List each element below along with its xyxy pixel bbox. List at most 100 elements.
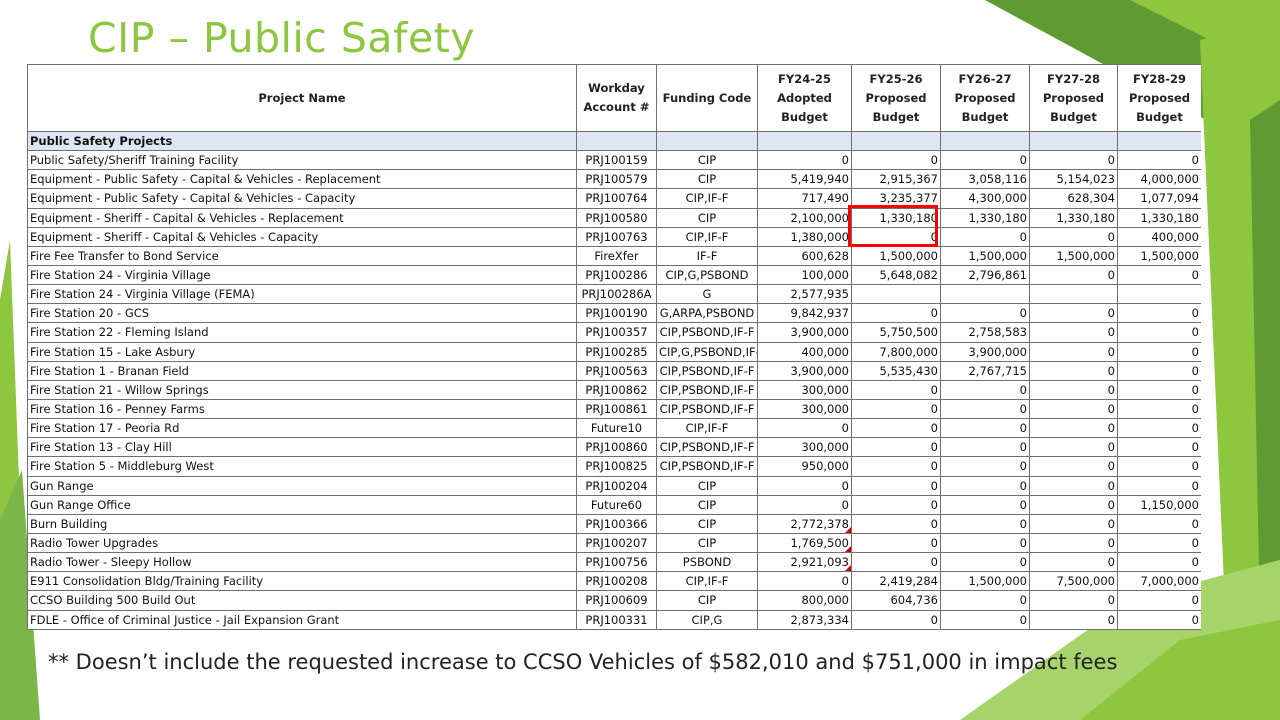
cell-fy25-26: 5,648,082 <box>851 264 941 286</box>
cell-account: Future60 <box>576 494 657 515</box>
cell-account: PRJ100609 <box>576 590 657 611</box>
cell-fy28-29: 0 <box>1117 360 1201 381</box>
table-row: Fire Station 24 - Virginia Village (FEMA… <box>27 284 1201 305</box>
cell-fy27-28: 0 <box>1029 398 1118 420</box>
cell-fy24-25: 717,490 <box>757 188 852 209</box>
cell-fy26-27: 0 <box>940 609 1030 630</box>
cell-fy26-27: 0 <box>940 475 1030 496</box>
cell-account: PRJ100286 <box>576 264 657 286</box>
cell-fy27-28: 0 <box>1029 552 1118 573</box>
cell-fy25-26 <box>851 284 941 305</box>
cell-fy26-27: 0 <box>940 379 1030 400</box>
cell-fy24-25: 1,769,500 <box>757 532 852 554</box>
cell-project-name: Equipment - Sheriff - Capital & Vehicles… <box>27 207 577 228</box>
cell-account: PRJ100357 <box>576 322 657 343</box>
cell-fy25-26: 0 <box>851 437 941 458</box>
table-row: Fire Station 5 - Middleburg West PRJ10082… <box>27 456 1201 477</box>
cell-funding-code: CIP,G,PSBOND <box>656 264 758 286</box>
cell-account: PRJ100861 <box>576 398 657 420</box>
table-row: Burn Building PRJ100366 CIP 2,772,378 0 0 0 0 <box>27 513 1201 534</box>
cell-funding-code: CIP,IF-F <box>656 418 758 439</box>
cell-account: PRJ100860 <box>576 437 657 458</box>
cell-fy26-27: 1,500,000 <box>940 571 1030 592</box>
cell-fy27-28: 0 <box>1029 513 1118 534</box>
cell-fy26-27: 2,796,861 <box>940 264 1030 286</box>
cell-funding-code: CIP <box>656 513 758 534</box>
cell-fy28-29: 0 <box>1117 379 1201 400</box>
cell-funding-code: CIP <box>656 475 758 496</box>
col-header-project-name: Project Name <box>27 64 577 132</box>
cell-fy26-27: 2,767,715 <box>940 360 1030 381</box>
cell-project-name: Radio Tower - Sleepy Hollow <box>27 552 577 573</box>
cell-fy28-29: 4,000,000 <box>1117 169 1201 190</box>
cell-fy25-26: 0 <box>851 398 941 420</box>
cell-funding-code: CIP,G,PSBOND,IF- <box>656 341 758 362</box>
cell-funding-code: PSBOND <box>656 552 758 573</box>
cell-fy27-28: 1,500,000 <box>1029 245 1118 266</box>
cell-fy27-28: 0 <box>1029 360 1118 381</box>
cell-project-name: Fire Fee Transfer to Bond Service <box>27 245 577 266</box>
table-row: Gun Range Office Future60 CIP 0 0 0 0 1,150,000 <box>27 494 1201 515</box>
cell-account: PRJ100207 <box>576 532 657 554</box>
cell-account: PRJ100563 <box>576 360 657 381</box>
cell-fy25-26: 0 <box>851 532 941 554</box>
cell-fy25-26: 0 <box>851 303 941 324</box>
cell-fy27-28: 0 <box>1029 418 1118 439</box>
cell-project-name: Fire Station 24 - Virginia Village <box>27 264 577 286</box>
cell-fy26-27: 0 <box>940 303 1030 324</box>
cell-fy25-26: 0 <box>851 150 941 171</box>
cell-fy28-29: 0 <box>1117 341 1201 362</box>
cell-funding-code: CIP <box>656 590 758 611</box>
cell-fy25-26: 1,500,000 <box>851 245 941 266</box>
cell-project-name: Fire Station 13 - Clay Hill <box>27 437 577 458</box>
cell-fy24-25: 9,842,937 <box>757 303 852 324</box>
col-header-fy26-27: FY26-27 Proposed Budget <box>940 64 1030 132</box>
col-header-account: Workday Account # <box>576 64 657 132</box>
cell-fy24-25: 5,419,940 <box>757 169 852 190</box>
table-row: Fire Station 13 - Clay Hill PRJ100860 CIP,… <box>27 437 1201 458</box>
cell-fy25-26: 0 <box>851 456 941 477</box>
cell-fy25-26: 1,330,180 <box>851 207 941 228</box>
cell-project-name: Gun Range <box>27 475 577 496</box>
cell-account: PRJ100763 <box>576 226 657 247</box>
cell-fy25-26: 0 <box>851 609 941 630</box>
cell-fy26-27: 0 <box>940 590 1030 611</box>
cell-fy28-29: 1,077,094 <box>1117 188 1201 209</box>
comment-marker <box>845 546 851 552</box>
cell-fy25-26: 5,535,430 <box>851 360 941 381</box>
cell-fy28-29 <box>1117 284 1201 305</box>
cell-fy24-25: 2,873,334 <box>757 609 852 630</box>
table-row: Equipment - Sheriff - Capital & Vehicles… <box>27 207 1201 228</box>
cell-fy24-25: 0 <box>757 475 852 496</box>
cell-fy25-26: 7,800,000 <box>851 341 941 362</box>
cell-fy26-27: 3,900,000 <box>940 341 1030 362</box>
table-row: Fire Station 1 - Branan Field PRJ100563 CI… <box>27 360 1201 381</box>
table-row: Equipment - Public Safety - Capital & Ve… <box>27 188 1201 209</box>
slide-title: CIP – Public Safety <box>88 14 476 62</box>
cell-fy27-28 <box>1029 284 1118 305</box>
cell-project-name: Fire Station 20 - GCS <box>27 303 577 324</box>
cell-fy27-28: 1,330,180 <box>1029 207 1118 228</box>
cell-account: PRJ100331 <box>576 609 657 630</box>
cell-project-name: CCSO Building 500 Build Out <box>27 590 577 611</box>
cell-fy27-28: 0 <box>1029 456 1118 477</box>
cell-funding-code: CIP,IF-F <box>656 188 758 209</box>
cell-fy25-26: 0 <box>851 226 941 247</box>
cell-fy24-25: 0 <box>757 150 852 171</box>
cell-fy25-26: 0 <box>851 418 941 439</box>
cell-funding-code: CIP <box>656 532 758 554</box>
cell-fy24-25: 300,000 <box>757 379 852 400</box>
cell-funding-code: CIP,PSBOND,IF-F <box>656 322 758 343</box>
cell-account: PRJ100756 <box>576 552 657 573</box>
cell-project-name: Equipment - Public Safety - Capital & Ve… <box>27 188 577 209</box>
cell-fy24-25: 2,921,093 <box>757 552 852 573</box>
cell-project-name: Equipment - Sheriff - Capital & Vehicles… <box>27 226 577 247</box>
cell-fy26-27: 1,500,000 <box>940 245 1030 266</box>
cell-fy26-27: 0 <box>940 437 1030 458</box>
cell-funding-code: G <box>656 284 758 305</box>
cell-fy28-29: 0 <box>1117 303 1201 324</box>
cell-fy26-27: 0 <box>940 456 1030 477</box>
cell-fy28-29: 0 <box>1117 322 1201 343</box>
cell-fy24-25: 800,000 <box>757 590 852 611</box>
cell-fy26-27: 0 <box>940 494 1030 515</box>
